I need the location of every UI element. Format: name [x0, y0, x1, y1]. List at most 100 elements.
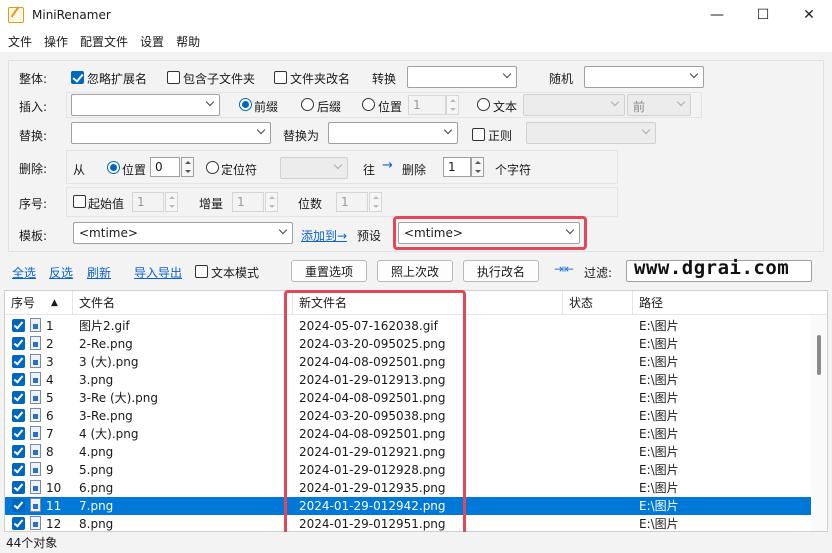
- like-last-button[interactable]: 照上次改: [377, 260, 453, 282]
- row-checkbox[interactable]: [12, 373, 25, 386]
- col-seq[interactable]: 序号 ▲: [5, 291, 73, 315]
- row-checkbox[interactable]: [12, 427, 25, 440]
- replace-with-label: 替换为: [283, 129, 320, 143]
- text-mode-label: 文本模式: [211, 266, 260, 280]
- row-checkbox[interactable]: [12, 337, 25, 350]
- prefix-radio[interactable]: [239, 98, 252, 111]
- row-checkbox[interactable]: [12, 463, 25, 476]
- include-sub-checkbox[interactable]: [167, 71, 180, 84]
- row-checkbox[interactable]: [12, 499, 25, 512]
- start-stepper[interactable]: [165, 192, 178, 212]
- insert-position-stepper[interactable]: [446, 95, 459, 115]
- template-combo[interactable]: <mtime>: [73, 222, 293, 244]
- file-icon: [30, 318, 41, 332]
- file-icon: [30, 516, 41, 530]
- row-path: E:\图片: [639, 517, 679, 531]
- row-path: E:\图片: [639, 373, 679, 387]
- row-path: E:\图片: [639, 319, 679, 333]
- include-sub-label: 包含子文件夹: [183, 72, 256, 86]
- regex-checkbox[interactable]: [472, 128, 485, 141]
- front-dropdown[interactable]: 前: [627, 94, 691, 116]
- menu-settings[interactable]: 设置: [134, 33, 170, 50]
- menu-file[interactable]: 文件: [2, 33, 38, 50]
- menu-config[interactable]: 配置文件: [74, 33, 134, 50]
- row-filename: 3-Re (大).png: [79, 391, 158, 405]
- scroll-thumb[interactable]: [817, 335, 821, 375]
- direction-arrow-icon[interactable]: →: [382, 158, 393, 173]
- replace-with-combo[interactable]: [328, 122, 458, 144]
- row-checkbox[interactable]: [12, 481, 25, 494]
- window-title: MiniRenamer: [32, 8, 111, 22]
- suffix-radio[interactable]: [301, 98, 314, 111]
- delete-count-spin[interactable]: 1: [443, 157, 471, 177]
- ignore-ext-checkbox[interactable]: [71, 71, 84, 84]
- chevron-down-icon: [443, 125, 453, 135]
- add-to-link[interactable]: 添加到→: [301, 227, 347, 244]
- row-filename: 8.png: [79, 517, 114, 531]
- col-name[interactable]: 文件名: [73, 291, 293, 315]
- close-button[interactable]: ✕: [786, 0, 832, 30]
- delete-count-stepper[interactable]: [471, 157, 484, 177]
- insert-text-combo[interactable]: [71, 94, 220, 116]
- row-checkbox[interactable]: [12, 409, 25, 422]
- increment-stepper[interactable]: [265, 192, 278, 212]
- locator-radio[interactable]: [206, 161, 219, 174]
- file-icon: [30, 426, 41, 440]
- row-checkbox[interactable]: [12, 391, 25, 404]
- pin-icon[interactable]: ⇥⇤: [554, 262, 574, 276]
- start-spin[interactable]: 1: [132, 192, 164, 212]
- col-path[interactable]: 路径: [633, 291, 813, 315]
- row-filename: 4 (大).png: [79, 427, 139, 441]
- row-path: E:\图片: [639, 409, 679, 423]
- text-dropdown[interactable]: [523, 94, 625, 116]
- app-logo-icon: [8, 7, 24, 23]
- filter-label: 过滤:: [584, 266, 613, 280]
- increment-spin[interactable]: 1: [232, 192, 264, 212]
- file-icon: [30, 462, 41, 476]
- row-checkbox[interactable]: [12, 319, 25, 332]
- menu-operate[interactable]: 操作: [38, 33, 74, 50]
- convert-dropdown[interactable]: [407, 66, 517, 88]
- refresh-link[interactable]: 刷新: [87, 264, 111, 281]
- minimize-button[interactable]: —: [694, 0, 740, 30]
- digits-spin[interactable]: 1: [336, 192, 368, 212]
- random-dropdown[interactable]: [584, 66, 704, 88]
- text-radio[interactable]: [477, 98, 490, 111]
- replace-combo[interactable]: [71, 122, 271, 144]
- row-path: E:\图片: [639, 481, 679, 495]
- menu-bar: 文件 操作 配置文件 设置 帮助: [0, 30, 832, 52]
- import-export-link[interactable]: 导入导出: [134, 264, 182, 281]
- row-path: E:\图片: [639, 337, 679, 351]
- delete-position-stepper[interactable]: [181, 157, 194, 177]
- execute-button[interactable]: 执行改名: [463, 260, 539, 282]
- folder-rename-checkbox[interactable]: [274, 71, 287, 84]
- col-status[interactable]: 状态: [563, 291, 633, 315]
- insert-position-spin[interactable]: 1: [408, 95, 446, 115]
- template-label: 模板:: [19, 229, 48, 243]
- text-label: 文本: [493, 100, 518, 114]
- delete-position-radio[interactable]: [107, 161, 120, 174]
- col-seq-label: 序号: [11, 296, 36, 310]
- row-seq: 12: [46, 517, 62, 531]
- row-checkbox[interactable]: [12, 445, 25, 458]
- row-checkbox[interactable]: [12, 517, 25, 530]
- maximize-button[interactable]: ☐: [740, 0, 786, 30]
- menu-help[interactable]: 帮助: [170, 33, 206, 50]
- to-label: 往: [363, 163, 376, 177]
- digits-stepper[interactable]: [369, 192, 382, 212]
- regex-dropdown[interactable]: [526, 122, 656, 144]
- select-all-link[interactable]: 全选: [12, 264, 36, 281]
- vertical-scrollbar[interactable]: [811, 315, 827, 531]
- template-value: <mtime>: [79, 226, 138, 240]
- insert-position-radio[interactable]: [362, 98, 375, 111]
- file-icon: [30, 390, 41, 404]
- text-mode-checkbox[interactable]: [195, 265, 208, 278]
- delete-position-spin[interactable]: 0: [150, 157, 180, 177]
- invert-link[interactable]: 反选: [49, 264, 73, 281]
- locator-dropdown[interactable]: [280, 157, 348, 179]
- overall-label: 整体:: [19, 72, 48, 86]
- random-label: 随机: [549, 72, 574, 86]
- reset-button[interactable]: 重置选项: [291, 260, 367, 282]
- row-checkbox[interactable]: [12, 355, 25, 368]
- start-checkbox[interactable]: [73, 195, 86, 208]
